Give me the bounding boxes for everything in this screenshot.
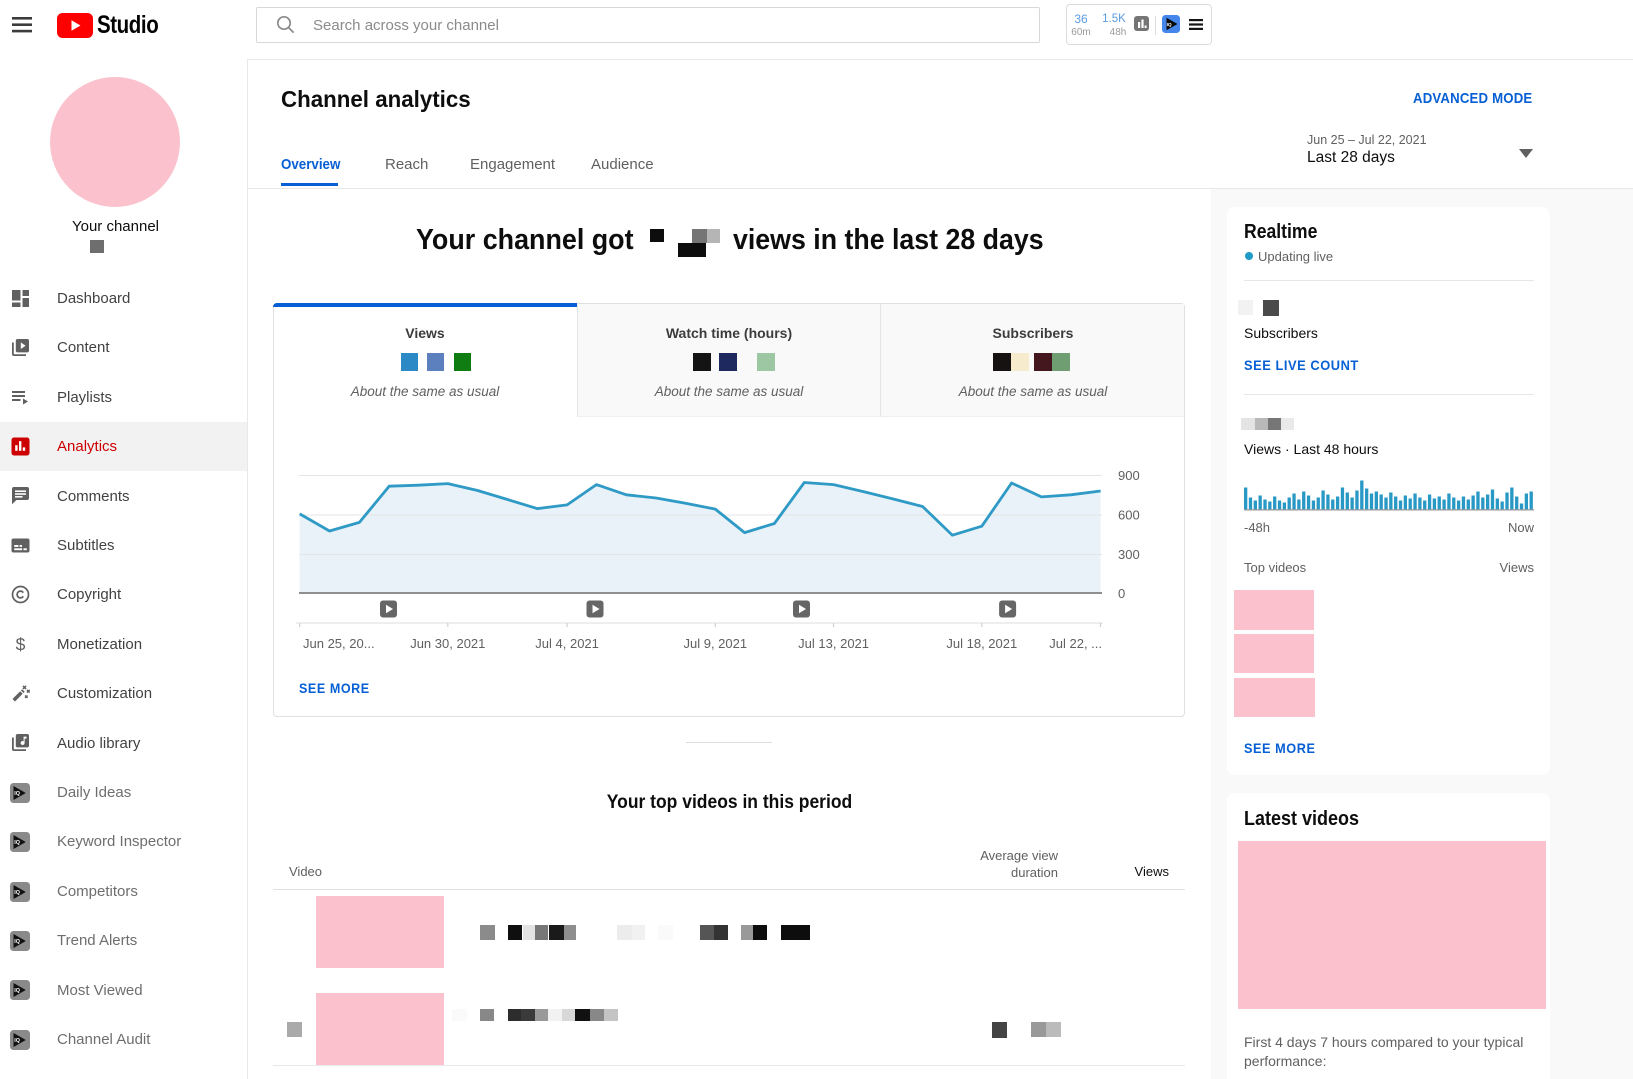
- svg-text:0: 0: [1118, 586, 1125, 601]
- svg-text:IQ: IQ: [14, 1038, 20, 1044]
- svg-text:300: 300: [1118, 547, 1140, 562]
- svg-text:Jul 18, 2021: Jul 18, 2021: [946, 636, 1017, 651]
- svg-text:Jul 9, 2021: Jul 9, 2021: [683, 636, 747, 651]
- svg-text:IQ: IQ: [14, 840, 20, 846]
- svg-text:600: 600: [1118, 508, 1140, 523]
- svg-text:Jul 4, 2021: Jul 4, 2021: [535, 636, 599, 651]
- svg-text:IQ: IQ: [14, 939, 20, 945]
- svg-text:900: 900: [1118, 468, 1140, 483]
- svg-text:$: $: [16, 635, 26, 654]
- svg-text:Jul 13, 2021: Jul 13, 2021: [798, 636, 869, 651]
- svg-text:IQ: IQ: [14, 791, 20, 797]
- svg-text:IQ: IQ: [1167, 22, 1172, 28]
- svg-text:Jun 25, 20...: Jun 25, 20...: [303, 636, 375, 651]
- svg-text:Jul 22, ...: Jul 22, ...: [1049, 636, 1102, 651]
- svg-text:IQ: IQ: [14, 988, 20, 994]
- svg-text:IQ: IQ: [14, 890, 20, 896]
- svg-text:Jun 30, 2021: Jun 30, 2021: [410, 636, 485, 651]
